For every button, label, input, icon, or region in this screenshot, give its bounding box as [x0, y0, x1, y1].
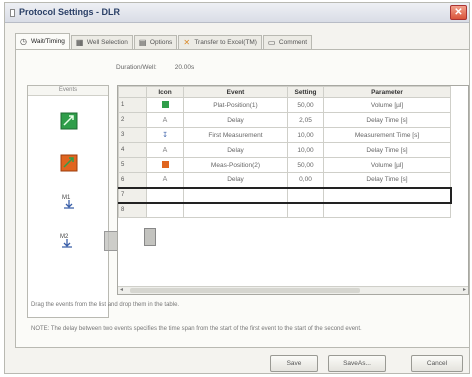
event-column-header[interactable]: Event: [183, 86, 288, 98]
setting-cell[interactable]: 2,05: [287, 112, 324, 128]
delay-note-text: NOTE: The delay between two events speci…: [31, 326, 362, 332]
drag-hint-text: Drag the events from the list and drop t…: [31, 302, 180, 308]
options-icon: ▤: [138, 37, 147, 47]
table-row[interactable]: 4 A Delay 10,00 Delay Time [s]: [118, 142, 451, 158]
orange-position-icon: [161, 160, 169, 168]
events-palette: Events M1 M2: [27, 85, 109, 318]
title-bar[interactable]: Protocol Settings - DLR ✕: [5, 3, 469, 23]
tab-label: Well Selection: [86, 39, 128, 46]
clock-icon: ◷: [20, 36, 27, 46]
drop-target-row[interactable]: 7: [118, 186, 452, 204]
event-cell[interactable]: Delay: [183, 112, 288, 128]
duration-label: Duration/Well:: [116, 64, 157, 71]
parameter-cell: Volume [µl]: [323, 157, 451, 173]
drag-cursor-icon: [144, 228, 156, 246]
table-row[interactable]: 3 ↧ First Measurement 10,00 Measurement …: [118, 127, 451, 143]
event-cell[interactable]: Plat-Position(1): [183, 97, 288, 113]
parameter-cell: Delay Time [s]: [323, 172, 451, 188]
event-cell[interactable]: Delay: [183, 142, 288, 158]
parameter-cell: Delay Time [s]: [323, 112, 451, 128]
move-position-green-icon[interactable]: [60, 112, 78, 130]
tab-comment[interactable]: ▭ Comment: [262, 35, 313, 49]
horizontal-scrollbar[interactable]: ◂ ▸: [118, 286, 468, 294]
row-number-header: [118, 86, 147, 98]
measurement-icon: ↧: [162, 131, 168, 139]
parameter-cell[interactable]: [323, 202, 451, 218]
scroll-left-icon[interactable]: ◂: [120, 287, 123, 294]
setting-cell[interactable]: [287, 186, 324, 204]
tab-wait-timing[interactable]: ◷ Wait/Timing: [15, 33, 70, 49]
row-number: 5: [118, 157, 147, 173]
table-row[interactable]: 5 Meas-Position(2) 50,00 Volume [µl]: [118, 157, 451, 173]
close-button[interactable]: ✕: [450, 5, 467, 20]
duration-row: Duration/Well: 20.00s: [116, 64, 194, 71]
table-row[interactable]: 1 Plat-Position(1) 50,00 Volume [µl]: [118, 97, 451, 113]
green-position-icon: [161, 100, 169, 108]
drag-ghost-icon: [104, 231, 118, 251]
measurement-m2-icon[interactable]: M2: [58, 231, 76, 249]
table-header-row: Icon Event Setting Parameter: [118, 86, 451, 98]
row-number: 8: [118, 202, 147, 218]
excel-icon: ✕: [183, 37, 191, 47]
icon-cell[interactable]: [146, 202, 184, 218]
tab-strip: ◷ Wait/Timing ▦ Well Selection ▤ Options…: [15, 33, 313, 49]
tab-label: Wait/Timing: [31, 38, 65, 45]
parameter-cell[interactable]: [323, 186, 452, 204]
plate-icon: ▦: [75, 37, 84, 47]
row-number: 6: [118, 172, 147, 188]
parameter-cell: Delay Time [s]: [323, 142, 451, 158]
setting-column-header[interactable]: Setting: [287, 86, 324, 98]
tab-options[interactable]: ▤ Options: [133, 35, 178, 49]
setting-cell[interactable]: 10,00: [287, 142, 324, 158]
move-position-orange-icon[interactable]: [60, 154, 78, 172]
row-number: 1: [118, 97, 147, 113]
comment-icon: ▭: [267, 37, 276, 47]
tab-label: Comment: [278, 39, 308, 46]
setting-cell[interactable]: 0,00: [287, 172, 324, 188]
setting-cell[interactable]: 10,00: [287, 127, 324, 143]
parameter-cell: Measurement Time [s]: [323, 127, 451, 143]
row-number: 3: [118, 127, 147, 143]
wait-timing-panel: Duration/Well: 20.00s Events M1 M2 Icon …: [15, 49, 470, 348]
app-icon: [10, 9, 15, 17]
row-number: 4: [118, 142, 147, 158]
cancel-button[interactable]: Cancel: [411, 355, 463, 372]
protocol-settings-window: Protocol Settings - DLR ✕ ◷ Wait/Timing …: [4, 2, 470, 374]
event-cell[interactable]: [183, 186, 288, 204]
save-button[interactable]: Save: [270, 355, 318, 372]
row-number: 2: [118, 112, 147, 128]
scrollbar-thumb[interactable]: [130, 288, 360, 293]
save-as-button[interactable]: SaveAs...: [328, 355, 386, 372]
setting-cell[interactable]: 50,00: [287, 157, 324, 173]
delay-icon: A: [162, 176, 168, 184]
parameter-column-header[interactable]: Parameter: [323, 86, 451, 98]
tab-well-selection[interactable]: ▦ Well Selection: [70, 35, 133, 49]
events-palette-title: Events: [28, 86, 108, 96]
event-cell[interactable]: [183, 202, 288, 218]
icon-column-header[interactable]: Icon: [146, 86, 184, 98]
table-row[interactable]: 2 A Delay 2,05 Delay Time [s]: [118, 112, 451, 128]
measurement-m1-icon[interactable]: M1: [60, 192, 78, 210]
tab-transfer-excel[interactable]: ✕ Transfer to Excel(TM): [178, 35, 262, 49]
event-cell[interactable]: Meas-Position(2): [183, 157, 288, 173]
table-row[interactable]: 8: [118, 202, 451, 218]
event-table: Icon Event Setting Parameter 1 Plat-Posi…: [117, 85, 469, 295]
delay-icon: A: [162, 146, 168, 154]
duration-value: 20.00s: [174, 64, 195, 71]
parameter-cell: Volume [µl]: [323, 97, 451, 113]
table-row[interactable]: 6 A Delay 0,00 Delay Time [s]: [118, 172, 451, 188]
scroll-right-icon[interactable]: ▸: [463, 287, 466, 294]
event-cell[interactable]: Delay: [183, 172, 288, 188]
tab-label: Transfer to Excel(TM): [194, 39, 257, 46]
setting-cell[interactable]: [287, 202, 324, 218]
setting-cell[interactable]: 50,00: [287, 97, 324, 113]
tab-label: Options: [149, 39, 173, 46]
row-number: 7: [118, 186, 147, 204]
delay-icon: A: [162, 116, 168, 124]
window-title: Protocol Settings - DLR: [19, 7, 120, 17]
icon-cell[interactable]: [146, 186, 184, 204]
event-cell[interactable]: First Measurement: [183, 127, 288, 143]
